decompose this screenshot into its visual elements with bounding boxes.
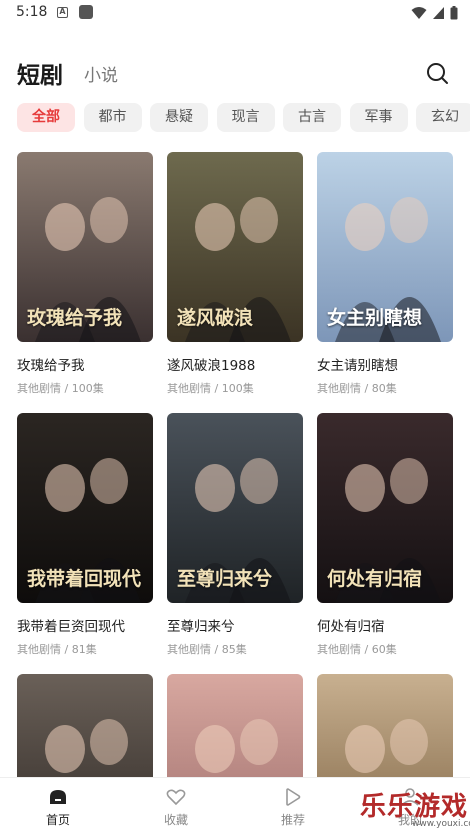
category-tab[interactable]: 玄幻 [416,103,470,132]
drama-meta: 其他剧情 / 81集 [17,643,97,656]
drama-meta: 其他剧情 / 100集 [167,382,254,395]
square-icon [79,5,93,19]
nav-label: 收藏 [163,813,188,827]
nav-label: 首页 [45,813,70,827]
nav-item[interactable]: 收藏 [136,786,216,828]
drama-card[interactable]: 玫瑰给予我 玫瑰给予我 其他剧情 / 100集 [17,152,153,396]
drama-poster[interactable]: 至尊归来兮 [167,413,303,603]
wifi-icon [411,7,427,19]
drama-card[interactable]: 至尊归来兮 至尊归来兮 其他剧情 / 85集 [167,413,303,657]
category-tab[interactable]: 全部 [17,103,75,132]
category-bar: 全部 都市 悬疑 现言 古言 军事 玄幻 [17,103,470,133]
signal-icon [433,7,444,19]
drama-card[interactable]: 遂风破浪遂风破浪1988 其他剧情 / 100集 [167,152,303,396]
category-tab[interactable]: 现言 [216,103,275,132]
drama-poster[interactable]: 玫瑰给予我 [17,152,153,342]
poster-title-art: 何处有归宿 [327,568,423,590]
search-icon[interactable] [425,61,449,85]
drama-meta: 其他剧情 / 85集 [167,643,247,656]
status-bar: 5:18 A [0,0,470,28]
status-right [411,6,458,20]
status-time: 5:18 [16,4,48,20]
watermark-url: www.youxi.com [412,819,470,829]
tab-short-drama[interactable]: 短剧 [17,56,63,90]
drama-title: 何处有归宿 [317,619,385,635]
heart-icon [166,789,186,806]
drama-title: 我带着巨资回现代 [17,619,125,635]
home-icon [50,790,66,804]
nav-label: 推荐 [280,813,305,827]
header: 短剧 小说 [0,50,470,94]
drama-card[interactable]: 何处有归宿 何处有归宿 其他剧情 / 60集 [317,413,453,657]
poster-title-art: 我带着回现代 [27,568,142,590]
poster-title-art: 遂风破浪 [177,307,254,329]
drama-title: 女主请别瞎想 [317,358,398,374]
drama-poster[interactable]: 我带着回现代 [17,413,153,603]
watermark: 乐乐游戏 www.youxi.com [360,786,470,832]
poster-title-art: 至尊归来兮 [177,568,273,590]
drama-title: 遂风破浪1988 [167,358,256,374]
drama-poster[interactable]: 何处有归宿 [317,413,453,603]
drama-poster[interactable]: 女主别瞎想 [317,152,453,342]
category-tab[interactable]: 古言 [283,103,341,132]
category-tab[interactable]: 都市 [83,103,142,132]
tab-novel[interactable]: 小说 [84,61,118,86]
play-icon [286,788,301,806]
drama-card[interactable]: 我带着回现代我带着巨资回现代 其他剧情 / 81集 [17,413,153,657]
drama-title: 玫瑰给予我 [17,358,85,374]
drama-meta: 其他剧情 / 100集 [17,382,104,395]
category-tab[interactable]: 悬疑 [150,103,208,132]
nav-item[interactable]: 首页 [18,786,98,828]
watermark-text: 乐乐游戏 [360,792,469,822]
drama-poster[interactable]: 遂风破浪 [167,152,303,342]
battery-icon [450,6,458,20]
drama-card[interactable]: 女主别瞎想女主请别瞎想 其他剧情 / 80集 [317,152,453,396]
category-tab[interactable]: 军事 [349,103,408,132]
a-icon: A [57,7,68,18]
poster-title-art: 女主别瞎想 [327,307,423,329]
drama-meta: 其他剧情 / 60集 [317,643,397,656]
drama-meta: 其他剧情 / 80集 [317,382,397,395]
poster-title-art: 玫瑰给予我 [27,307,123,329]
nav-item[interactable]: 推荐 [253,786,333,828]
drama-title: 至尊归来兮 [167,619,235,635]
